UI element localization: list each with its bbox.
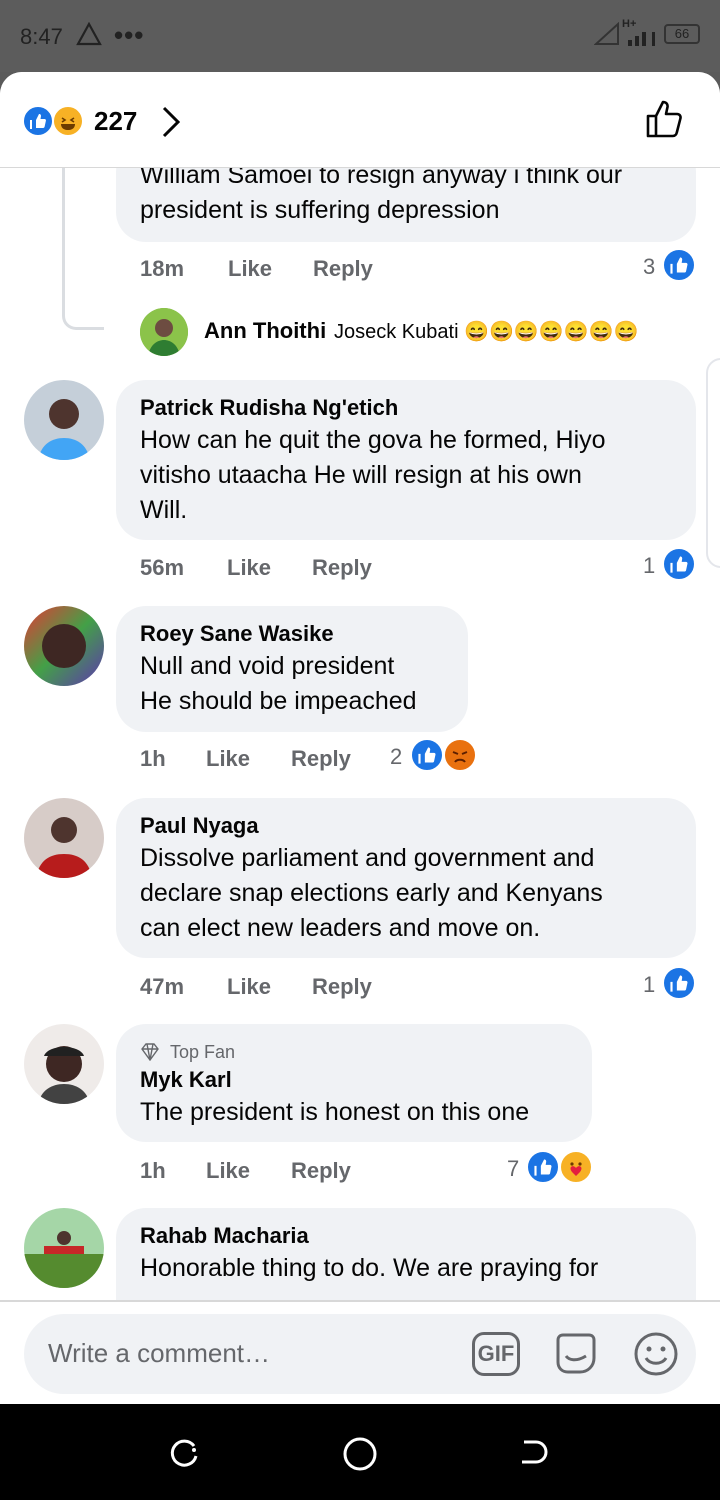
like-icon[interactable] (526, 1150, 560, 1184)
avatar[interactable] (24, 606, 104, 686)
emoji-icon[interactable] (632, 1330, 680, 1383)
like-icon (22, 105, 54, 137)
chevron-right-icon[interactable] (156, 104, 184, 145)
like-icon[interactable] (410, 738, 444, 772)
sticker-icon[interactable] (552, 1330, 600, 1383)
gif-button[interactable]: GIF (472, 1332, 520, 1376)
status-bar: 8:47 ••• H+ 66 (0, 0, 720, 72)
back-icon[interactable] (518, 1438, 550, 1475)
comment-time: 1h (140, 746, 166, 771)
comment-text: Null and void president He should be imp… (140, 652, 417, 715)
reply-button[interactable]: Reply (312, 555, 372, 581)
like-button[interactable]: Like (206, 1158, 250, 1184)
comment-text: How can he quit the gova he formed, Hiyo… (140, 426, 606, 524)
like-icon[interactable] (662, 248, 696, 282)
like-button[interactable]: Like (227, 974, 271, 1000)
reply-button[interactable]: Reply (291, 746, 351, 772)
reaction-count: 1 (643, 972, 656, 997)
comment-text: Dissolve parliament and government and d… (140, 844, 603, 942)
system-nav-bar (0, 1404, 720, 1500)
comment-time: 18m (140, 256, 185, 281)
comment-author[interactable]: Paul Nyaga (140, 813, 259, 839)
home-icon[interactable] (342, 1436, 378, 1477)
reactions-header: 227 (0, 72, 720, 168)
reaction-count: 2 (390, 744, 403, 769)
scrollbar[interactable] (706, 358, 720, 568)
cell-signal-icon (628, 30, 658, 51)
top-fan-badge: Top Fan (170, 1042, 236, 1062)
comment-time: 1h (140, 1158, 166, 1183)
angry-icon[interactable] (443, 738, 477, 772)
network-type: H+ (622, 18, 637, 30)
haha-icon (52, 105, 84, 137)
avatar[interactable] (24, 1208, 104, 1288)
reaction-count: 1 (643, 553, 656, 578)
like-button[interactable]: Like (227, 555, 271, 581)
comment-text: William Samoei to resign anyway i think … (140, 161, 623, 224)
reply-author[interactable]: Ann Thoithi (204, 318, 326, 344)
like-icon[interactable] (662, 966, 696, 1000)
status-time: 8:47 (20, 24, 63, 49)
avatar[interactable] (24, 1024, 104, 1104)
signal-icon (593, 21, 620, 51)
comment-composer: Write a comment… GIF (0, 1300, 720, 1404)
reaction-count: 3 (643, 254, 656, 279)
avatar[interactable] (24, 798, 104, 878)
thread-connector (62, 168, 104, 330)
comment-text: The president is honest on this one (140, 1098, 530, 1126)
comment-author[interactable]: Patrick Rudisha Ng'etich (140, 395, 398, 421)
reply-button[interactable]: Reply (313, 256, 373, 282)
reply-button[interactable]: Reply (291, 1158, 351, 1184)
comment-bubble[interactable]: Patrick Rudisha Ng'etich How can he quit… (116, 380, 696, 540)
care-icon[interactable] (559, 1150, 593, 1184)
warning-icon (76, 21, 102, 51)
comment-time: 47m (140, 974, 185, 999)
comment-author[interactable]: Myk Karl (140, 1067, 232, 1093)
comment-bubble[interactable]: Paul Nyaga Dissolve parliament and gover… (116, 798, 696, 958)
reaction-count[interactable]: 227 (94, 106, 137, 137)
like-button[interactable]: Like (228, 256, 272, 282)
comment-time: 56m (140, 555, 185, 580)
avatar[interactable] (24, 380, 104, 460)
thumbs-up-outline-icon[interactable] (644, 98, 690, 145)
top-fan-icon (140, 1043, 160, 1066)
comment-author[interactable]: Rahab Macharia (140, 1223, 309, 1249)
like-button[interactable]: Like (206, 746, 250, 772)
comment-bubble[interactable]: Roey Sane Wasike Null and void president… (116, 606, 468, 732)
recent-apps-icon[interactable] (168, 1438, 200, 1475)
reaction-count: 7 (507, 1156, 520, 1181)
reply-button[interactable]: Reply (312, 974, 372, 1000)
comment-input[interactable]: Write a comment… GIF (24, 1314, 696, 1394)
like-icon[interactable] (662, 547, 696, 581)
comment-bubble[interactable]: Top Fan Myk Karl The president is honest… (116, 1024, 592, 1142)
reply-text: Joseck Kubati 😄😄😄😄😄😄😄 (334, 321, 639, 343)
more-notifications-icon: ••• (114, 20, 145, 50)
comment-input-placeholder: Write a comment… (48, 1338, 271, 1368)
comment-author[interactable]: Roey Sane Wasike (140, 621, 334, 647)
battery-indicator: 66 (664, 24, 700, 44)
avatar[interactable] (140, 308, 188, 356)
comment-text: Honorable thing to do. We are praying fo… (140, 1254, 599, 1282)
comments-sheet: 227 William Samoei to resign anyway i th… (0, 72, 720, 1404)
